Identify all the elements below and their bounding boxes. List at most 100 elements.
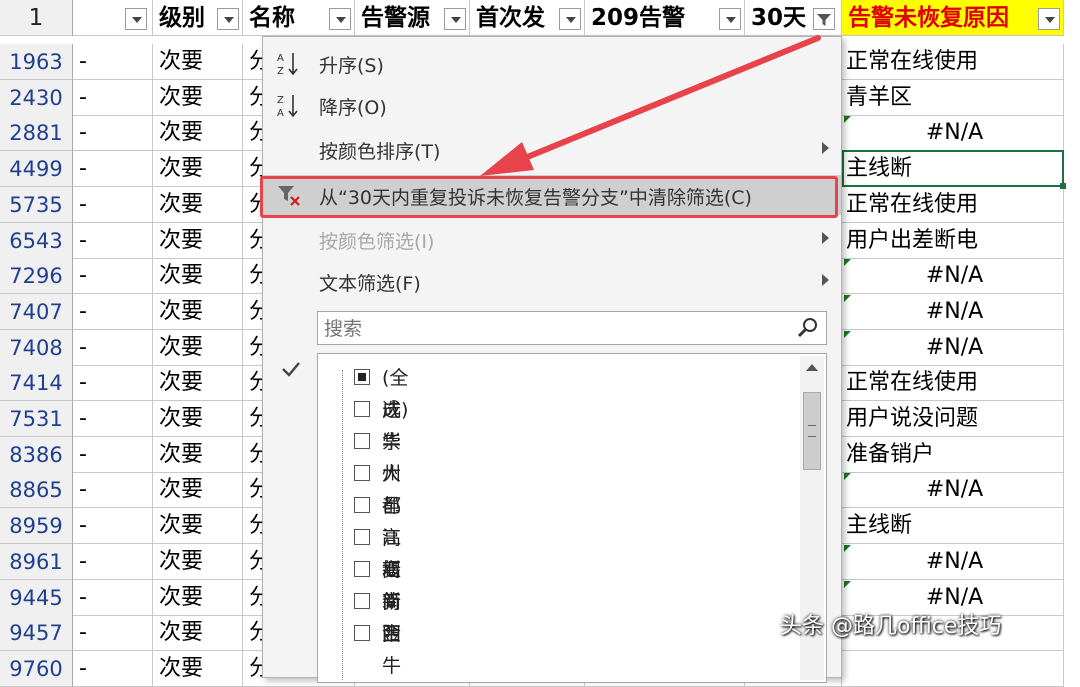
menu-sort-descending[interactable]: ZA 降序(O) bbox=[263, 85, 841, 125]
row-number[interactable]: 9457 bbox=[0, 615, 73, 652]
filter-search-box[interactable] bbox=[317, 311, 827, 345]
row-number[interactable]: 8865 bbox=[0, 472, 73, 509]
cell-reason[interactable]: 用户出差断电 bbox=[842, 222, 1064, 259]
menu-text-filter[interactable]: 文本筛选(F) bbox=[263, 261, 841, 301]
cell-reason[interactable]: 正常在线使用 bbox=[842, 44, 1064, 80]
cell-level[interactable]: 次要 bbox=[153, 115, 243, 152]
filter-dropdown-button[interactable] bbox=[329, 8, 351, 30]
filter-dropdown-button[interactable] bbox=[719, 8, 741, 30]
cell-reason[interactable]: #N/A bbox=[842, 329, 1064, 366]
cell-reason[interactable]: #N/A bbox=[842, 115, 1064, 152]
checkbox[interactable] bbox=[354, 593, 370, 609]
cell-a[interactable]: - bbox=[73, 115, 153, 152]
cell-a[interactable]: - bbox=[73, 258, 153, 295]
row-number[interactable]: 6543 bbox=[0, 222, 73, 259]
column-header-source[interactable]: 告警源 bbox=[355, 0, 470, 36]
cell-a[interactable]: - bbox=[73, 543, 153, 580]
cell-level[interactable]: 次要 bbox=[153, 615, 243, 652]
menu-filter-by-color[interactable]: 按颜色筛选(I) bbox=[263, 219, 841, 259]
cell-a[interactable]: - bbox=[73, 151, 153, 188]
filter-dropdown-button[interactable] bbox=[217, 8, 239, 30]
cell-a[interactable]: - bbox=[73, 401, 153, 437]
row-number[interactable]: 7407 bbox=[0, 293, 73, 330]
row-number[interactable]: 7414 bbox=[0, 365, 73, 402]
cell-a[interactable]: - bbox=[73, 329, 153, 366]
menu-sort-by-color[interactable]: 按颜色排序(T) bbox=[263, 129, 841, 169]
checkbox[interactable] bbox=[354, 497, 370, 513]
cell-reason[interactable]: #N/A bbox=[842, 258, 1064, 295]
active-filter-button[interactable] bbox=[813, 8, 835, 30]
scroll-thumb[interactable] bbox=[803, 392, 821, 470]
cell-a[interactable]: - bbox=[73, 508, 153, 545]
cell-a[interactable]: - bbox=[73, 186, 153, 223]
row-header[interactable]: 1 bbox=[0, 0, 73, 36]
filter-dropdown-button[interactable] bbox=[125, 8, 147, 30]
cell-level[interactable]: 次要 bbox=[153, 186, 243, 223]
column-header-name[interactable]: 名称 bbox=[243, 0, 355, 36]
row-number[interactable]: 2430 bbox=[0, 79, 73, 116]
checkbox[interactable] bbox=[354, 433, 370, 449]
cell-reason[interactable]: 用户说没问题 bbox=[842, 401, 1064, 437]
cell-level[interactable]: 次要 bbox=[153, 472, 243, 509]
cell-level[interactable]: 次要 bbox=[153, 508, 243, 545]
filter-search-input[interactable] bbox=[322, 313, 786, 345]
cell-reason[interactable]: 准备销户 bbox=[842, 436, 1064, 473]
cell-a[interactable]: - bbox=[73, 293, 153, 330]
row-number[interactable]: 7408 bbox=[0, 329, 73, 366]
row-number[interactable]: 8961 bbox=[0, 543, 73, 580]
cell-level[interactable]: 次要 bbox=[153, 365, 243, 402]
cell-reason[interactable]: #N/A bbox=[842, 543, 1064, 580]
cell-level[interactable]: 次要 bbox=[153, 293, 243, 330]
cell-a[interactable]: - bbox=[73, 44, 153, 80]
checkbox[interactable] bbox=[354, 369, 370, 385]
cell-level[interactable]: 次要 bbox=[153, 579, 243, 616]
checkbox[interactable] bbox=[354, 561, 370, 577]
cell-level[interactable]: 次要 bbox=[153, 401, 243, 437]
row-number[interactable]: 9445 bbox=[0, 579, 73, 616]
checkbox[interactable] bbox=[354, 465, 370, 481]
cell-a[interactable]: - bbox=[73, 365, 153, 402]
cell-level[interactable]: 次要 bbox=[153, 151, 243, 188]
cell-a[interactable]: - bbox=[73, 615, 153, 652]
row-number[interactable]: 7296 bbox=[0, 258, 73, 295]
cell-a[interactable]: - bbox=[73, 222, 153, 259]
cell-reason[interactable]: 正常在线使用 bbox=[842, 186, 1064, 223]
menu-sort-ascending[interactable]: AZ 升序(S) bbox=[263, 43, 841, 83]
cell-a[interactable]: - bbox=[73, 436, 153, 473]
cell-level[interactable]: 次要 bbox=[153, 436, 243, 473]
cell-reason[interactable]: #N/A bbox=[842, 472, 1064, 509]
filter-dropdown-button[interactable] bbox=[1038, 8, 1060, 30]
cell-reason[interactable]: 主线断 bbox=[842, 508, 1064, 545]
checkbox[interactable] bbox=[354, 401, 370, 417]
filter-dropdown-button[interactable] bbox=[444, 8, 466, 30]
checkbox[interactable] bbox=[354, 625, 370, 641]
cell-reason[interactable]: #N/A bbox=[842, 293, 1064, 330]
cell-a[interactable]: - bbox=[73, 79, 153, 116]
row-number[interactable]: 2881 bbox=[0, 115, 73, 152]
column-header-30days[interactable]: 30天 bbox=[745, 0, 842, 36]
cell-level[interactable]: 次要 bbox=[153, 79, 243, 116]
cell-level[interactable]: 次要 bbox=[153, 329, 243, 366]
row-number[interactable]: 1963 bbox=[0, 44, 73, 80]
cell-level[interactable]: 次要 bbox=[153, 258, 243, 295]
column-header-first[interactable]: 首次发 bbox=[470, 0, 585, 36]
checkbox[interactable] bbox=[354, 529, 370, 545]
column-header-level[interactable]: 级别 bbox=[153, 0, 243, 36]
row-number[interactable]: 8386 bbox=[0, 436, 73, 473]
cell-reason[interactable]: 正常在线使用 bbox=[842, 365, 1064, 402]
cell-reason[interactable]: 青羊区 bbox=[842, 79, 1064, 116]
cell-a[interactable]: - bbox=[73, 579, 153, 616]
scroll-up-icon[interactable] bbox=[806, 364, 818, 371]
column-header[interactable] bbox=[73, 0, 153, 36]
row-number[interactable]: 4499 bbox=[0, 151, 73, 188]
cell-level[interactable]: 次要 bbox=[153, 222, 243, 259]
cell-a[interactable]: - bbox=[73, 472, 153, 509]
column-header-209[interactable]: 209告警 bbox=[585, 0, 745, 36]
row-number[interactable]: 7531 bbox=[0, 401, 73, 437]
row-number[interactable]: 8959 bbox=[0, 508, 73, 545]
row-number[interactable]: 5735 bbox=[0, 186, 73, 223]
filter-dropdown-button[interactable] bbox=[559, 8, 581, 30]
cell-level[interactable]: 次要 bbox=[153, 543, 243, 580]
cell-level[interactable]: 次要 bbox=[153, 44, 243, 80]
column-header-reason[interactable]: 告警未恢复原因 bbox=[842, 0, 1064, 36]
